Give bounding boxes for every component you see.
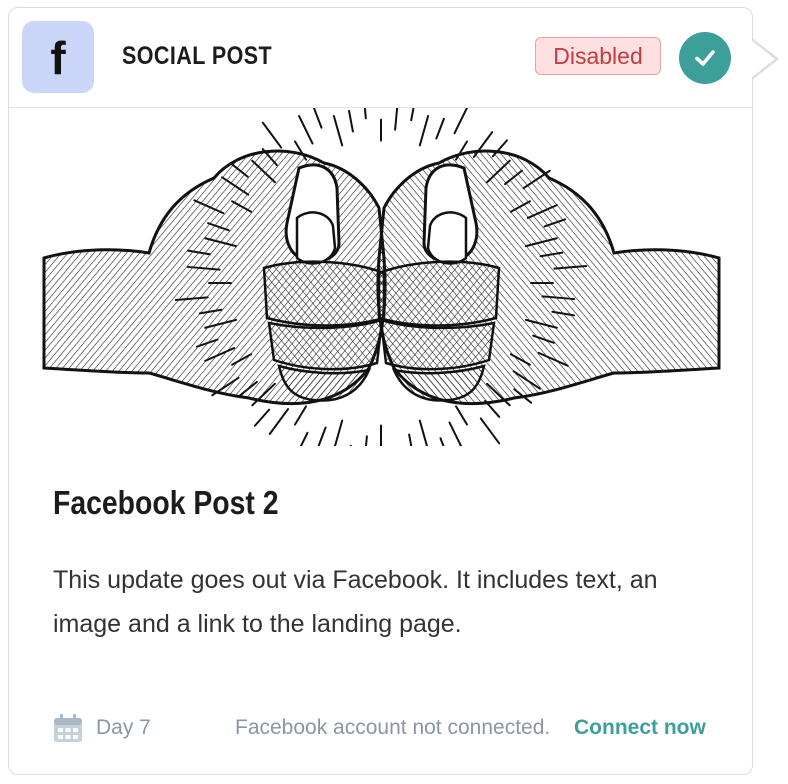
connect-now-link[interactable]: Connect now [574,716,706,740]
connection-status-message: Facebook account not connected. [235,716,551,739]
social-post-card[interactable]: f SOCIAL POST Disabled Facebook Post 2 T… [8,7,753,775]
post-title: Facebook Post 2 [53,484,279,521]
day-label: Day 7 [96,716,151,739]
complete-check-button[interactable] [679,32,731,84]
calendar-icon [54,714,82,742]
card-header: f SOCIAL POST Disabled [9,8,752,108]
checkmark-icon [695,50,715,66]
post-description: This update goes out via Facebook. It in… [53,566,658,638]
status-badge: Disabled [535,37,661,75]
facebook-icon: f [22,21,94,93]
card-footer: Day 7 Facebook account not connected. Co… [9,708,752,748]
post-type-label: SOCIAL POST [122,42,273,70]
fist-bump-illustration [42,108,721,446]
facebook-icon-letter: f [50,32,66,84]
